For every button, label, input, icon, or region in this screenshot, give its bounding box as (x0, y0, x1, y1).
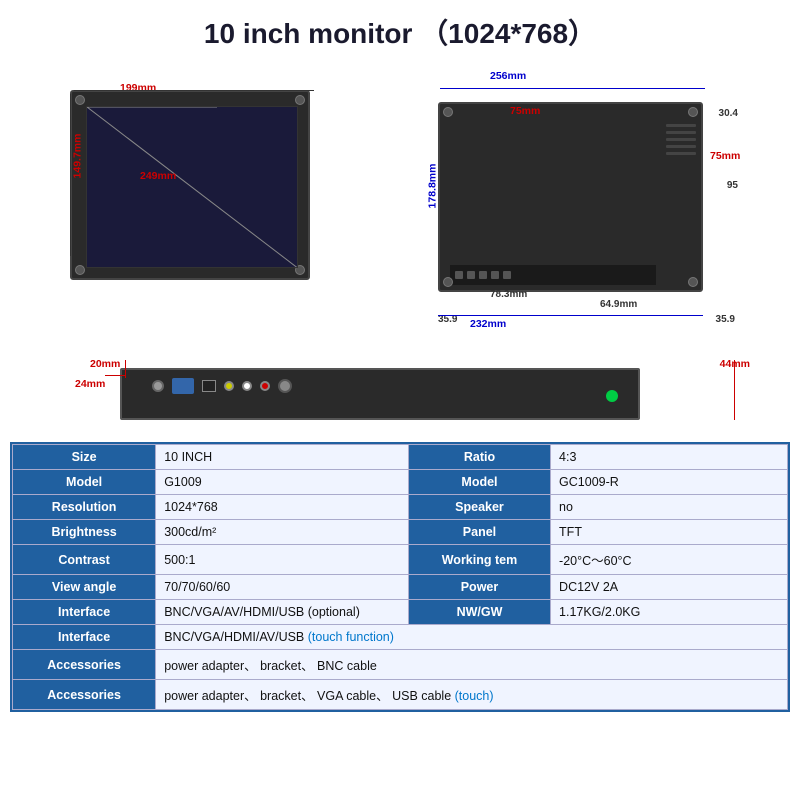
monitor-back-frame (438, 102, 703, 292)
screw-tr (295, 95, 305, 105)
dim-bottom-line (438, 315, 703, 316)
dim-back-75v: 75mm (710, 150, 740, 162)
monitor-side-view (120, 368, 640, 420)
port-rca-w (242, 381, 252, 391)
diagonal-line (87, 107, 297, 267)
spec-label: Brightness (13, 520, 156, 545)
spec-label: Interface (13, 625, 156, 650)
touch-label: (touch) (451, 689, 493, 703)
spec-value-right: DC12V 2A (551, 575, 788, 600)
spec-value-right: 1.17KG/2.0KG (551, 600, 788, 625)
monitor-screen (86, 106, 298, 268)
dim-side-24: 24mm (75, 378, 105, 390)
spec-value: 300cd/m² (156, 520, 409, 545)
dim-20-line (125, 360, 126, 378)
spec-row: Brightness 300cd/m² Panel TFT (13, 520, 788, 545)
spec-label-right: Power (408, 575, 550, 600)
dim-back-78: 78.3mm (490, 289, 527, 300)
spec-row: View angle 70/70/60/60 Power DC12V 2A (13, 575, 788, 600)
dim-front-diag: 249mm (140, 170, 176, 182)
ports-row (450, 265, 656, 285)
spec-row: Contrast 500:1 Working tem -20°C～60°C (13, 545, 788, 575)
screw-bl (75, 265, 85, 275)
dim-24-line (105, 375, 125, 376)
power-led (606, 390, 618, 402)
port-rca-r (260, 381, 270, 391)
dim-back-64: 64.9mm (600, 299, 637, 310)
spec-row: Size 10 INCH Ratio 4:3 (13, 445, 788, 470)
spec-label: Interface (13, 600, 156, 625)
spec-value: 500:1 (156, 545, 409, 575)
spec-value-right: -20°C～60°C (551, 545, 788, 575)
spec-extra-value: power adapter、 bracket、 VGA cable、 USB c… (156, 680, 788, 710)
spec-label: Model (13, 470, 156, 495)
touch-label: (touch function) (304, 630, 394, 644)
spec-value: G1009 (156, 470, 409, 495)
vents (666, 124, 696, 159)
spec-extra-row: Accessoriespower adapter、 bracket、 VGA c… (13, 680, 788, 710)
spec-table-section: Size 10 INCH Ratio 4:3 Model G1009 Model… (10, 442, 790, 712)
spec-label: Size (13, 445, 156, 470)
spec-label: View angle (13, 575, 156, 600)
spec-extra-row: Accessoriespower adapter、 bracket、 BNC c… (13, 650, 788, 680)
dim-back-178: 178.8mm (426, 164, 438, 209)
side-view-container: 20mm 24mm 44mm (10, 350, 790, 438)
spec-table: Size 10 INCH Ratio 4:3 Model G1009 Model… (12, 444, 788, 710)
spec-label: Accessories (13, 650, 156, 680)
diagrams-row: 199mm 149.7mm 249mm 256mm (0, 60, 800, 360)
page-title: 10 inch monitor （1024*768） (0, 0, 800, 60)
spec-row: Interface BNC/VGA/AV/HDMI/USB (optional)… (13, 600, 788, 625)
spec-label-right: Model (408, 470, 550, 495)
spec-value-right: no (551, 495, 788, 520)
port-bnc (278, 379, 292, 393)
spec-extra-value: power adapter、 bracket、 BNC cable (156, 650, 788, 680)
dim-back-35r: 35.9 (716, 314, 735, 325)
monitor-back-diagram: 256mm (410, 70, 740, 330)
dim-back-bottom: 232mm (470, 318, 506, 330)
spec-value: BNC/VGA/AV/HDMI/USB (optional) (156, 600, 409, 625)
monitor-outer-frame (70, 90, 310, 280)
dim-top-line (440, 88, 705, 89)
dim-44-line (734, 360, 735, 420)
spec-extra-row: InterfaceBNC/VGA/HDMI/AV/USB (touch func… (13, 625, 788, 650)
spec-value: 70/70/60/60 (156, 575, 409, 600)
spec-label-right: NW/GW (408, 600, 550, 625)
spec-label-right: Working tem (408, 545, 550, 575)
spec-label: Contrast (13, 545, 156, 575)
spec-value-right: TFT (551, 520, 788, 545)
monitor-front-diagram: 199mm 149.7mm 249mm (60, 80, 330, 300)
spec-label-right: Panel (408, 520, 550, 545)
spec-label-right: Speaker (408, 495, 550, 520)
side-ports (152, 378, 292, 394)
spec-value-right: 4:3 (551, 445, 788, 470)
spec-label-right: Ratio (408, 445, 550, 470)
dim-front-h: 199mm (120, 82, 156, 94)
port-hdmi (202, 380, 216, 392)
port-round-1 (152, 380, 164, 392)
dim-front-v: 149.7mm (71, 134, 83, 179)
spec-value: 10 INCH (156, 445, 409, 470)
port-rca-y (224, 381, 234, 391)
spec-label: Resolution (13, 495, 156, 520)
spec-row: Resolution 1024*768 Speaker no (13, 495, 788, 520)
dim-back-top: 256mm (490, 70, 526, 82)
dim-v-line (70, 94, 71, 256)
dim-back-75h: 75mm (510, 105, 540, 117)
dim-side-20: 20mm (90, 358, 120, 370)
spec-row: Model G1009 Model GC1009-R (13, 470, 788, 495)
dim-back-95: 95 (727, 180, 738, 191)
spec-label: Accessories (13, 680, 156, 710)
spec-value-right: GC1009-R (551, 470, 788, 495)
spec-value: 1024*768 (156, 495, 409, 520)
dim-h-line (74, 90, 314, 91)
port-vga (172, 378, 194, 394)
screw-tl (75, 95, 85, 105)
spec-extra-value: BNC/VGA/HDMI/AV/USB (touch function) (156, 625, 788, 650)
dim-back-30: 30.4 (719, 108, 738, 119)
